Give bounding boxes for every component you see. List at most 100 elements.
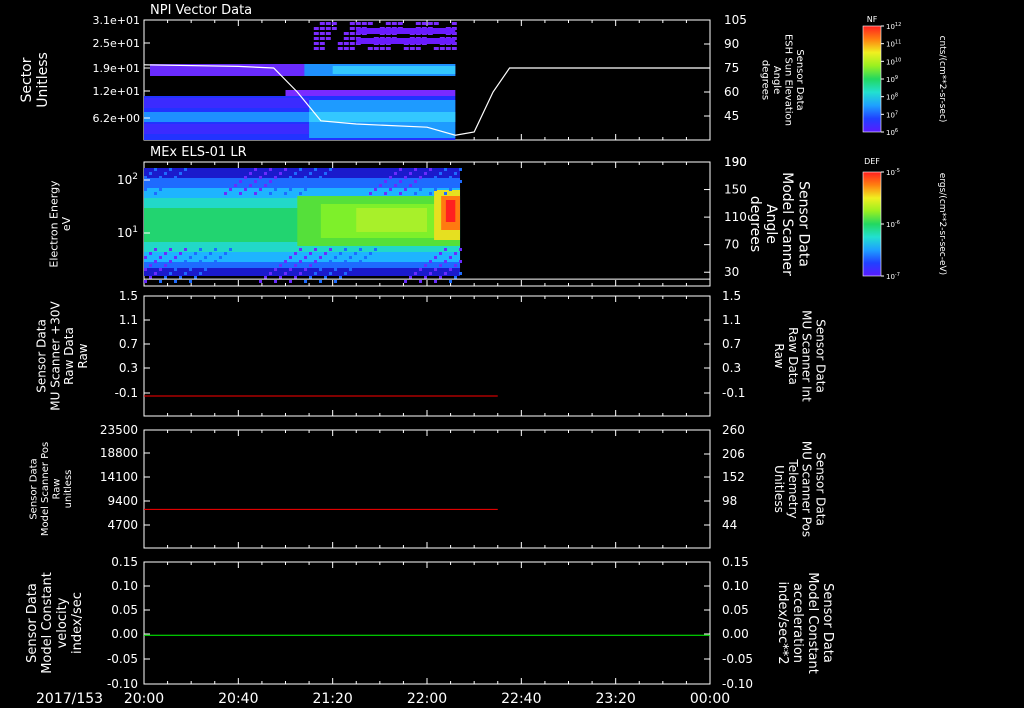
heatmap-cell: [159, 256, 162, 259]
heatmap-cell: [349, 42, 355, 45]
heatmap-cell: [319, 42, 325, 45]
heatmap-cell: [309, 264, 312, 267]
panel1-spectrogram: [144, 22, 457, 140]
heatmap-cell: [289, 188, 292, 191]
panel2-ytick-label: 101: [117, 225, 138, 240]
heatmap-cell: [169, 272, 172, 275]
heatmap-cell: [329, 248, 332, 251]
panel1-ytick-label: 6.2e+00: [93, 112, 140, 125]
heatmap-cell: [144, 112, 310, 122]
heatmap-cell: [454, 264, 457, 267]
heatmap-cell: [319, 47, 325, 50]
heatmap-cell: [343, 37, 349, 40]
heatmap-cell: [159, 280, 162, 283]
heatmap-cell: [269, 168, 272, 171]
heatmap-cell: [189, 280, 192, 283]
heatmap-cell: [433, 22, 439, 25]
panel4-ytick-label: 4700: [107, 518, 138, 532]
heatmap-cell: [414, 180, 417, 183]
panel3-ytick-label: -0.1: [115, 386, 138, 400]
heatmap-cell: [339, 264, 342, 267]
heatmap-cell: [343, 32, 349, 35]
heatmap-cell: [356, 38, 456, 44]
heatmap-cell: [424, 264, 427, 267]
panel5-ytick-label: 0.05: [111, 603, 138, 617]
heatmap-cell: [367, 22, 373, 25]
heatmap-cell: [264, 172, 267, 175]
heatmap-cell: [274, 268, 277, 271]
heatmap-cell: [299, 272, 302, 275]
heatmap-cell: [154, 272, 157, 275]
time-axis-tick-label: 21:20: [312, 691, 352, 707]
heatmap-cell: [419, 188, 422, 191]
heatmap-cell: [439, 47, 445, 50]
heatmap-cell: [313, 27, 319, 30]
heatmap-cell: [284, 180, 287, 183]
panel4-ylabel: Sensor Data Model Scanner Pos Raw unitless: [28, 442, 74, 536]
panel2-right-ytick-label: 190: [724, 155, 747, 169]
panel3-right-ylabel-line: Sensor Data: [814, 319, 828, 393]
heatmap-cell: [294, 172, 297, 175]
panel1-right-ytick-label: 45: [724, 109, 739, 123]
heatmap-cell: [294, 184, 297, 187]
heatmap-cell: [325, 32, 331, 35]
heatmap-cell: [194, 252, 197, 255]
heatmap-cell: [239, 180, 242, 183]
heatmap-cell: [389, 176, 392, 179]
heatmap-cell: [313, 42, 319, 45]
heatmap-cell: [289, 176, 292, 179]
panel2-right-ylabel-line: Model Scanner: [779, 172, 795, 276]
panel5-ytick-label: 0.10: [111, 579, 138, 593]
panel1-right-ylabel-line: Angle: [771, 66, 782, 94]
heatmap-cell: [424, 184, 427, 187]
panel1-right-ytick-label: 60: [724, 85, 739, 99]
heatmap-cell: [449, 256, 452, 259]
heatmap-cell: [169, 180, 172, 183]
heatmap-cell: [399, 180, 402, 183]
heatmap-cell: [359, 248, 362, 251]
heatmap-cell: [304, 280, 307, 283]
heatmap-cell: [164, 184, 167, 187]
heatmap-cell: [154, 180, 157, 183]
heatmap-cell: [274, 188, 277, 191]
heatmap-cell: [234, 184, 237, 187]
heatmap-cell: [434, 188, 437, 191]
panel4-ytick-label: 23500: [100, 423, 138, 437]
panel2-right-ytick-label: 150: [724, 183, 747, 197]
panel3-ylabel-line: Raw: [76, 343, 90, 368]
heatmap-cell: [199, 272, 202, 275]
heatmap-cell: [319, 32, 325, 35]
panel4-ytick-label: 18800: [100, 446, 138, 460]
panel2-ylabel-line: Electron Energy: [48, 180, 61, 268]
heatmap-cell: [199, 260, 202, 263]
heatmap-cell: [259, 280, 262, 283]
heatmap-cell: [369, 252, 372, 255]
panel3-ylabel-line: MU Scanner +30V: [48, 301, 62, 411]
heatmap-cell: [356, 208, 427, 232]
panel2-right-ytick-label: 30: [724, 265, 739, 279]
heatmap-cell: [421, 22, 427, 25]
heatmap-cell: [299, 248, 302, 251]
heatmap-cell: [144, 268, 147, 271]
heatmap-cell: [314, 260, 317, 263]
heatmap-cell: [419, 176, 422, 179]
heatmap-cell: [367, 47, 373, 50]
heatmap-cell: [209, 264, 212, 267]
heatmap-cell: [319, 280, 322, 283]
heatmap-cell: [149, 172, 152, 175]
heatmap-cell: [149, 276, 152, 279]
heatmap-cell: [359, 260, 362, 263]
heatmap-cell: [154, 192, 157, 195]
panel1-title: NPI Vector Data: [150, 3, 252, 18]
heatmap-cell: [444, 248, 447, 251]
heatmap-cell: [454, 184, 457, 187]
heatmap-cell: [324, 252, 327, 255]
heatmap-cell: [274, 280, 277, 283]
panel4-right-ylabel-line: MU Scanner Pos: [800, 441, 814, 537]
colorbar-units-line: ergs/(cm**2-sr-sec-eV): [937, 173, 947, 275]
heatmap-cell: [194, 264, 197, 267]
heatmap-cell: [444, 260, 447, 263]
colorbar-units: ergs/(cm**2-sr-sec-eV): [937, 173, 947, 275]
heatmap-cell: [439, 276, 442, 279]
panel3-ytick-label: 1.5: [119, 289, 138, 303]
